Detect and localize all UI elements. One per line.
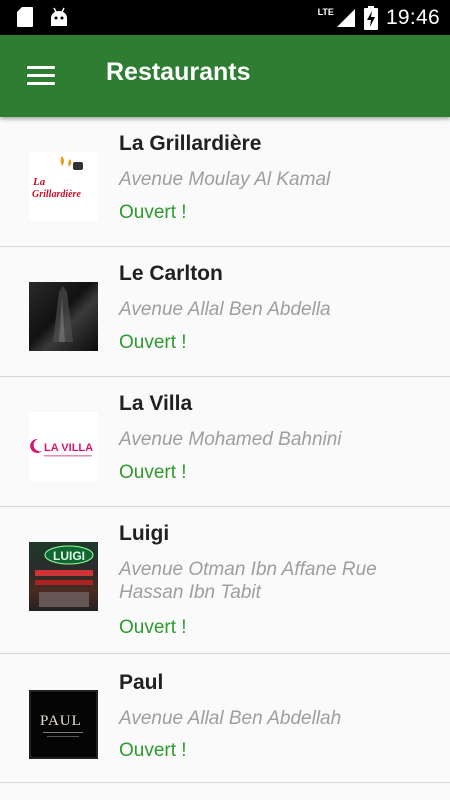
network-type-label: LTE [317,6,334,17]
list-item[interactable]: LUIGI Luigi Avenue Otman Ibn Affane Rue … [0,507,450,654]
restaurant-logo: PAUL [29,690,98,759]
restaurant-logo: La Grillardière [29,152,98,221]
restaurant-status: Ouvert ! [119,332,187,353]
restaurant-list: La Grillardière La Grillardière Avenue M… [0,117,450,783]
svg-text:La: La [32,176,46,188]
clock: 19:46 [385,5,440,29]
restaurant-logo: LA VILLA [29,412,98,481]
list-item[interactable]: Le Carlton Avenue Allal Ben Abdella Ouve… [0,247,450,377]
android-icon [51,7,67,26]
svg-text:LUIGI: LUIGI [53,549,85,563]
restaurant-status: Ouvert ! [119,740,187,761]
svg-text:LA VILLA: LA VILLA [44,442,93,454]
restaurant-address: Avenue Mohamed Bahnini [119,429,342,450]
restaurant-name: Le Carlton [119,262,223,285]
restaurant-status: Ouvert ! [119,462,187,483]
restaurant-name: La Villa [119,392,193,415]
signal-icon [336,8,355,27]
battery-charging-icon [363,5,378,30]
status-bar: LTE 19:46 [0,0,450,35]
restaurant-address: Avenue Otman Ibn Affane Rue Hassan Ibn T… [119,559,377,603]
restaurant-name: Paul [119,671,164,694]
list-item[interactable]: La Grillardière La Grillardière Avenue M… [0,117,450,247]
list-item[interactable]: PAUL Paul Avenue Allal Ben Abdellah Ouve… [0,654,450,783]
restaurant-address: Avenue Allal Ben Abdella [119,299,331,320]
restaurant-logo: LUIGI [29,542,98,611]
restaurant-status: Ouvert ! [119,617,187,638]
menu-icon[interactable] [27,66,55,86]
restaurant-address: Avenue Allal Ben Abdellah [119,708,342,729]
restaurant-status: Ouvert ! [119,202,187,223]
list-item[interactable]: LA VILLA La Villa Avenue Mohamed Bahnini… [0,377,450,507]
app-bar: Restaurants [0,35,450,117]
svg-text:Grillardière: Grillardière [32,189,81,200]
restaurant-name: La Grillardière [119,132,262,155]
svg-text:PAUL: PAUL [40,713,82,729]
page-title: Restaurants [106,58,251,86]
restaurant-address: Avenue Moulay Al Kamal [119,169,331,190]
sd-card-icon [17,7,33,27]
restaurant-logo [29,282,98,351]
restaurant-name: Luigi [119,522,170,545]
